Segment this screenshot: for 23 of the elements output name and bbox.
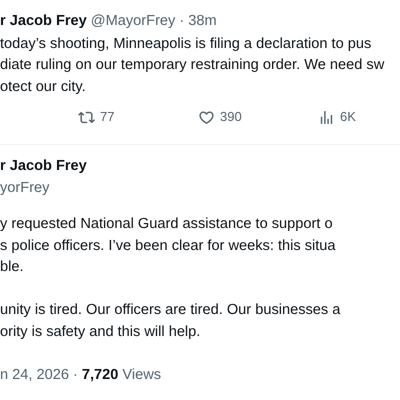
author-name: r Jacob Frey	[0, 12, 87, 31]
action-count: 77	[100, 108, 114, 126]
text-line: s police officers. I’ve been clear for weeks: this situa	[0, 236, 336, 256]
text-line: diate ruling on our temporary restraining order. We need sw	[0, 56, 384, 76]
user-handle: yorFrey	[0, 178, 50, 198]
text-line: otect our city.	[0, 78, 86, 97]
action-count: 390	[220, 108, 242, 126]
separator-dot: ·	[179, 12, 184, 31]
heart-icon[interactable]	[198, 108, 215, 126]
views-label: Views	[122, 366, 162, 386]
post-time[interactable]: 38m	[188, 11, 217, 33]
post-date[interactable]: n 24, 2026	[0, 365, 69, 387]
text-line: y requested National Guard assistance to support o	[0, 215, 333, 234]
author-name: r Jacob Frey	[0, 156, 87, 176]
text-line: unity is tired. Our officers are tired. Our businesses a	[0, 300, 340, 320]
user-handle: @MayorFrey	[90, 12, 176, 31]
text-line: today’s shooting, Minneapolis is filing a declaration to pus	[0, 34, 372, 54]
text-line: ority is safety and this will help.	[0, 322, 200, 342]
action-count: 6K	[340, 108, 356, 126]
view-count: 7,720	[82, 366, 118, 386]
separator-dot: ·	[72, 366, 78, 386]
bar-chart-icon[interactable]	[318, 108, 335, 126]
text-line: ble.	[0, 258, 24, 278]
